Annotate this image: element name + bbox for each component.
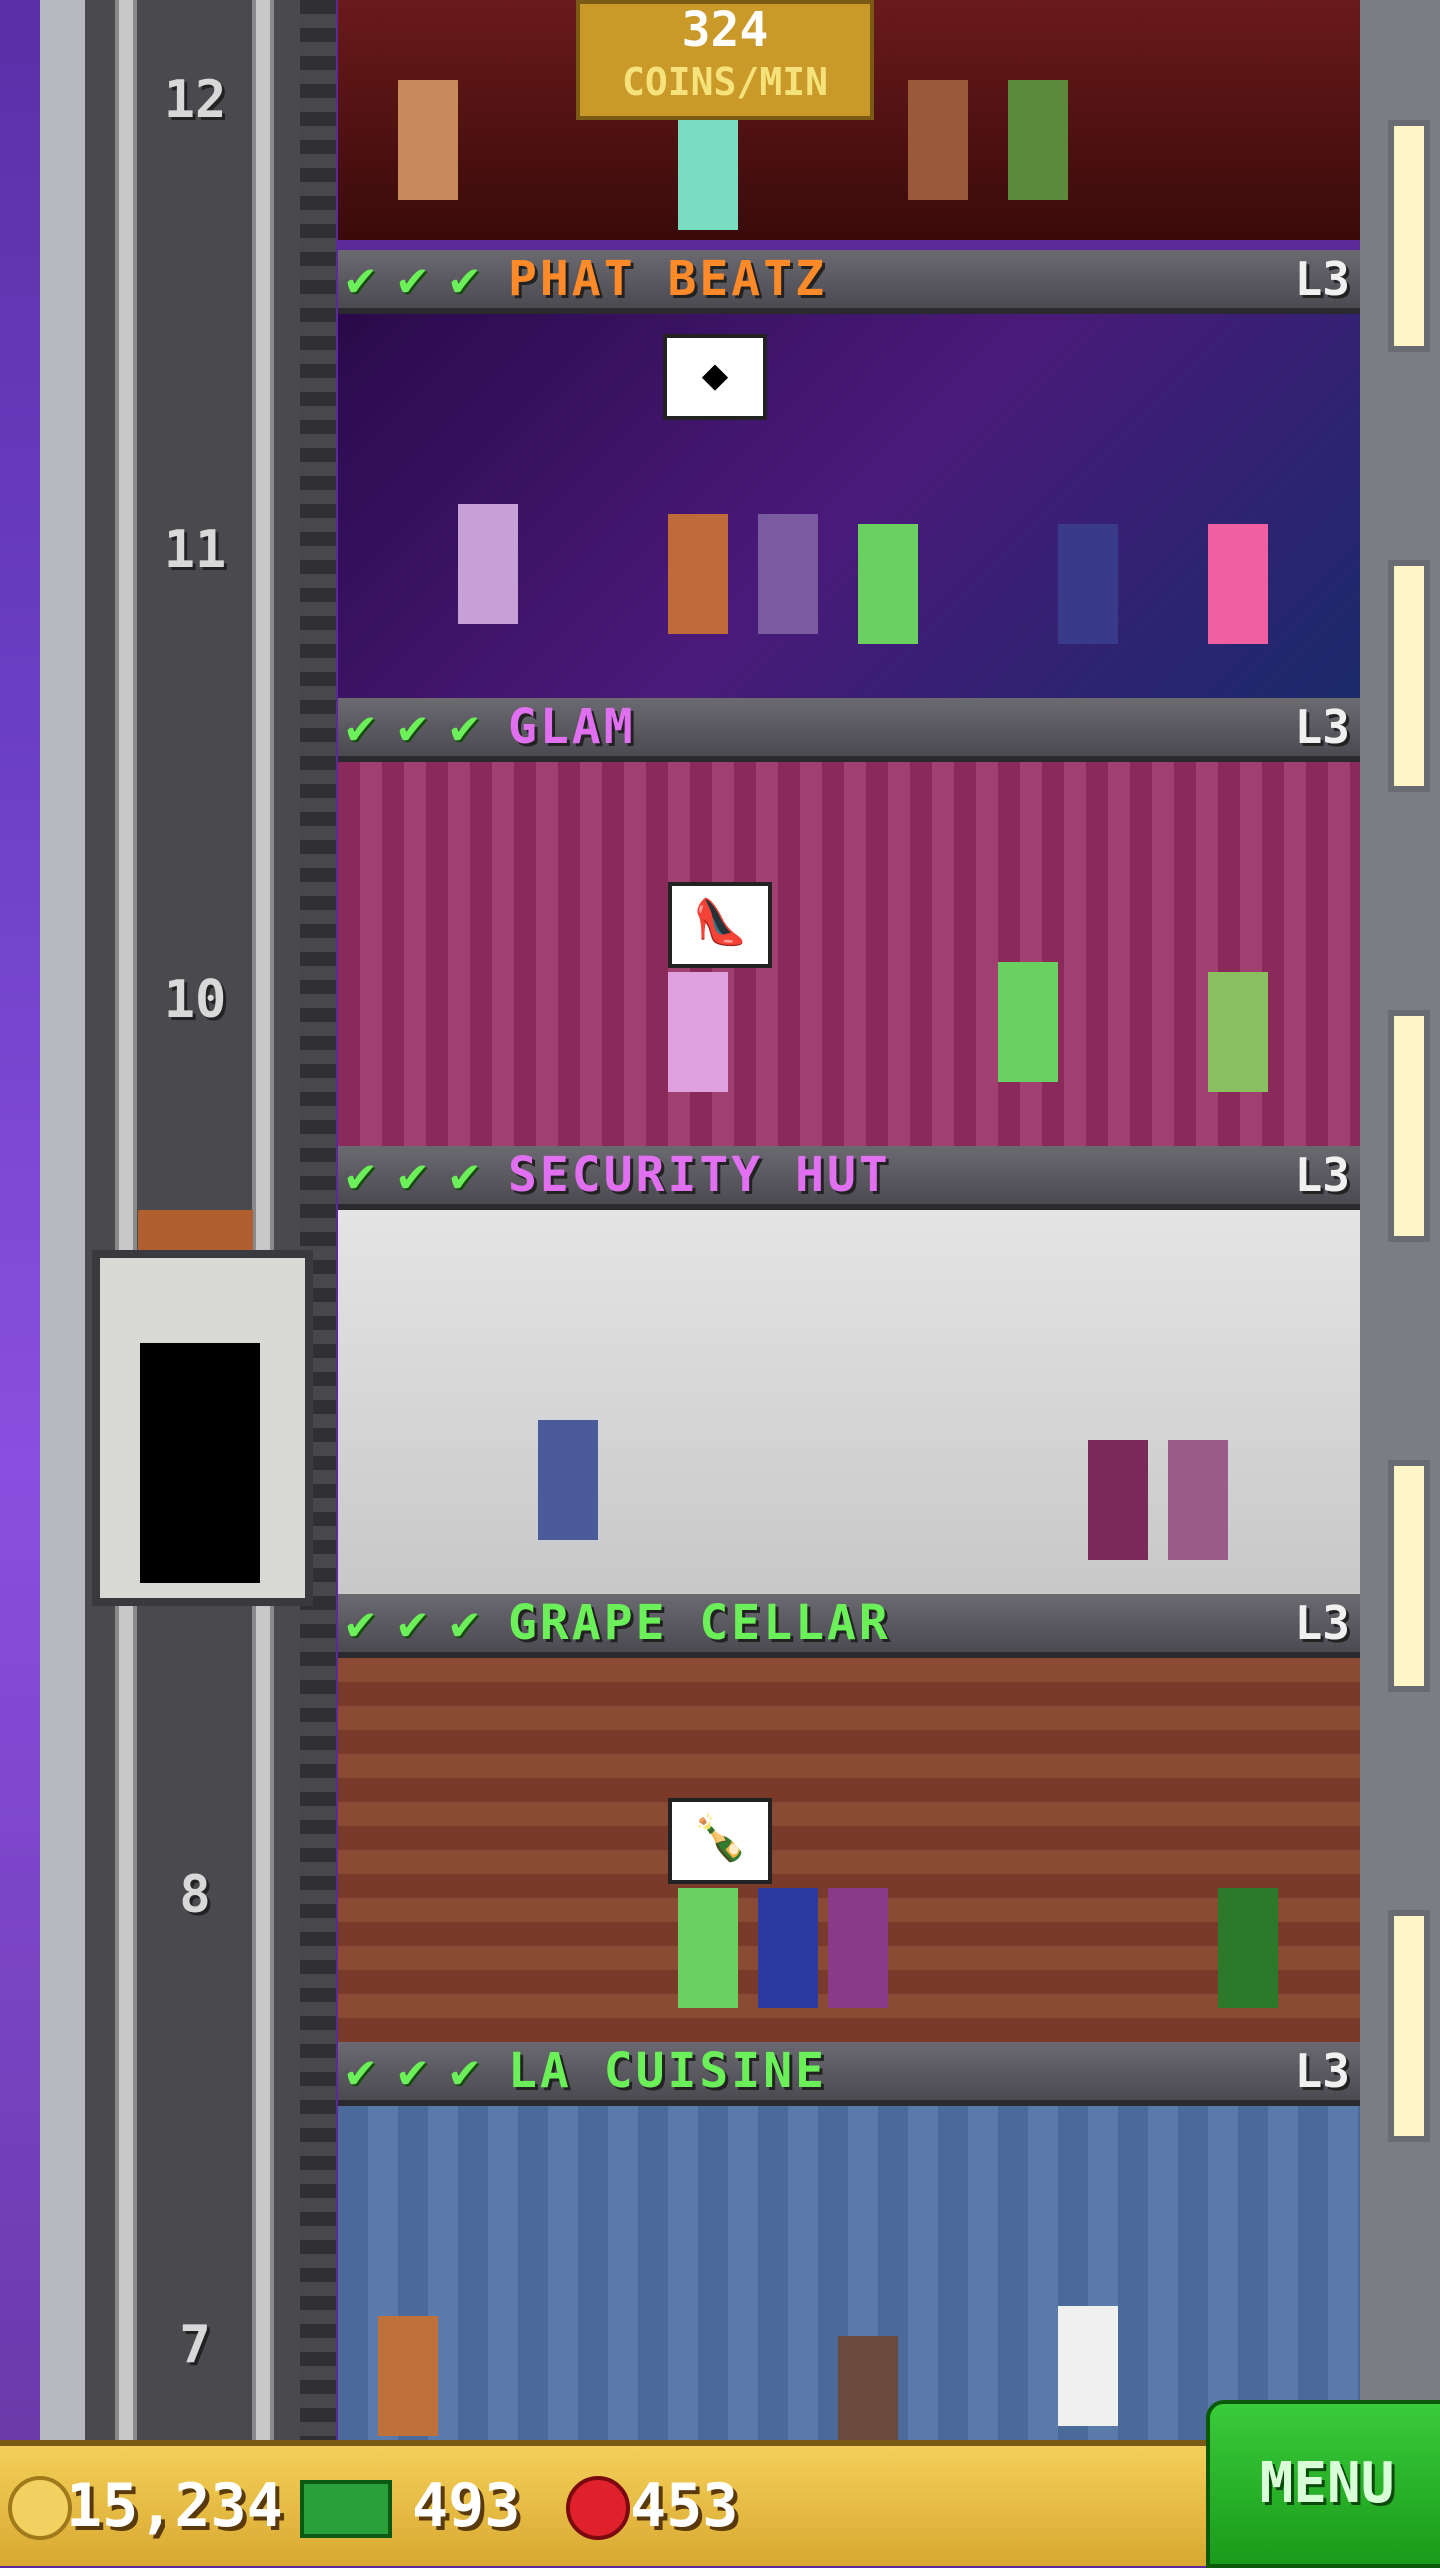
check-icon: ✔ bbox=[450, 1147, 479, 1203]
elevator-car-top bbox=[138, 1210, 253, 1250]
stock-checks: ✔ ✔ ✔ bbox=[346, 251, 496, 307]
floor-room[interactable]: 👠 bbox=[338, 762, 1360, 1146]
points-count[interactable]: 453 bbox=[630, 2446, 738, 2566]
bitizen[interactable] bbox=[668, 972, 728, 1092]
bitizen[interactable] bbox=[678, 110, 738, 230]
bitizen[interactable] bbox=[1168, 1440, 1228, 1560]
floor-name: PHAT BEATZ bbox=[508, 251, 827, 307]
floor-title-bar[interactable]: ✔ ✔ ✔ SECURITY HUT L3 bbox=[338, 1146, 1360, 1210]
floor-title-bar[interactable]: ✔ ✔ ✔ PHAT BEATZ L3 bbox=[338, 250, 1360, 314]
coins-count[interactable]: 15,234 bbox=[66, 2446, 283, 2566]
check-icon: ✔ bbox=[346, 251, 375, 307]
bitizen[interactable] bbox=[1058, 524, 1118, 644]
bitizen[interactable] bbox=[458, 504, 518, 624]
bitizen[interactable] bbox=[1008, 80, 1068, 200]
chef[interactable] bbox=[1058, 2306, 1118, 2426]
floor-title-bar[interactable]: ✔ ✔ ✔ LA CUISINE L3 bbox=[338, 2042, 1360, 2106]
shaft-edge bbox=[300, 0, 336, 2440]
floor-level: L3 bbox=[1294, 252, 1350, 306]
floor-level: L3 bbox=[1294, 1596, 1350, 1650]
check-icon: ✔ bbox=[450, 1595, 479, 1651]
floor-name: GLAM bbox=[508, 699, 636, 755]
bitizen[interactable] bbox=[378, 2316, 438, 2436]
bitizen[interactable] bbox=[1218, 1888, 1278, 2008]
bux-count[interactable]: 493 bbox=[412, 2446, 520, 2566]
elevator-rail-right bbox=[252, 0, 274, 2440]
floor-title-bar[interactable]: ✔ ✔ ✔ GRAPE CELLAR L3 bbox=[338, 1594, 1360, 1658]
stock-checks: ✔ ✔ ✔ bbox=[346, 1595, 496, 1651]
bitizen[interactable] bbox=[828, 1888, 888, 2008]
bitizen[interactable] bbox=[1208, 972, 1268, 1092]
floor-number-10: 10 bbox=[163, 970, 227, 1030]
window bbox=[1388, 560, 1430, 792]
stock-checks: ✔ ✔ ✔ bbox=[346, 2043, 496, 2099]
floor-number-7: 7 bbox=[179, 2315, 211, 2375]
bitizen[interactable] bbox=[908, 80, 968, 200]
bitizen[interactable] bbox=[858, 524, 918, 644]
check-icon: ✔ bbox=[346, 699, 375, 755]
check-icon: ✔ bbox=[398, 699, 427, 755]
bitizen[interactable] bbox=[838, 2336, 898, 2456]
floor-number-11: 11 bbox=[163, 520, 227, 580]
floor-name: GRAPE CELLAR bbox=[508, 1595, 891, 1651]
coins-rate-value: 324 bbox=[681, 2, 769, 58]
floor-grape-cellar[interactable]: ✔ ✔ ✔ GRAPE CELLAR L3 🍾 bbox=[338, 1594, 1360, 2042]
wine-bottle-icon[interactable]: 🍾 bbox=[668, 1798, 772, 1884]
points-icon bbox=[566, 2476, 630, 2540]
bitizen[interactable] bbox=[1208, 524, 1268, 644]
check-icon: ✔ bbox=[450, 699, 479, 755]
bitizen[interactable] bbox=[668, 514, 728, 634]
floor-number-12: 12 bbox=[163, 70, 227, 130]
floor-room[interactable]: ◆ bbox=[338, 314, 1360, 698]
bux-icon bbox=[300, 2480, 392, 2538]
floor-room[interactable] bbox=[338, 1210, 1360, 1594]
floor-la-cuisine[interactable]: ✔ ✔ ✔ LA CUISINE L3 bbox=[338, 2042, 1360, 2456]
check-icon: ✔ bbox=[398, 1147, 427, 1203]
security-guard[interactable] bbox=[538, 1420, 598, 1540]
floor-room[interactable] bbox=[338, 2106, 1360, 2456]
check-icon: ✔ bbox=[346, 1595, 375, 1651]
window bbox=[1388, 1910, 1430, 2142]
floor-number-8: 8 bbox=[179, 1865, 211, 1925]
bitizen[interactable] bbox=[758, 1888, 818, 2008]
floor-level: L3 bbox=[1294, 1148, 1350, 1202]
floor-name: LA CUISINE bbox=[508, 2043, 827, 2099]
floor-12[interactable]: 324 COINS/MIN bbox=[338, 0, 1360, 250]
check-icon: ✔ bbox=[398, 1595, 427, 1651]
stock-checks: ✔ ✔ ✔ bbox=[346, 1147, 496, 1203]
coins-rate-unit: COINS/MIN bbox=[622, 60, 828, 104]
coins-per-minute-badge[interactable]: 324 COINS/MIN bbox=[576, 0, 874, 120]
stock-checks: ✔ ✔ ✔ bbox=[346, 699, 496, 755]
floor-security-hut[interactable]: ✔ ✔ ✔ SECURITY HUT L3 bbox=[338, 1146, 1360, 1594]
shoe-icon[interactable]: 👠 bbox=[668, 882, 772, 968]
check-icon: ✔ bbox=[398, 2043, 427, 2099]
menu-button[interactable]: MENU bbox=[1206, 2400, 1440, 2568]
floor-title-bar[interactable]: ✔ ✔ ✔ GLAM L3 bbox=[338, 698, 1360, 762]
shaft-outer-wall bbox=[40, 0, 91, 2440]
floor-room[interactable]: 🍾 bbox=[338, 1658, 1360, 2042]
record-icon[interactable]: ◆ bbox=[663, 334, 767, 420]
bitizen[interactable] bbox=[998, 962, 1058, 1082]
window bbox=[1388, 120, 1430, 352]
floor-name: SECURITY HUT bbox=[508, 1147, 891, 1203]
check-icon: ✔ bbox=[450, 2043, 479, 2099]
check-icon: ✔ bbox=[398, 251, 427, 307]
bitizen[interactable] bbox=[758, 514, 818, 634]
floor-glam[interactable]: ✔ ✔ ✔ GLAM L3 👠 bbox=[338, 698, 1360, 1146]
floor-level: L3 bbox=[1294, 700, 1350, 754]
check-icon: ✔ bbox=[450, 251, 479, 307]
window bbox=[1388, 1460, 1430, 1692]
elevator-car[interactable] bbox=[92, 1250, 313, 1606]
floor-level: L3 bbox=[1294, 2044, 1350, 2098]
bitizen[interactable] bbox=[678, 1888, 738, 2008]
check-icon: ✔ bbox=[346, 2043, 375, 2099]
floor-phat-beatz[interactable]: ✔ ✔ ✔ PHAT BEATZ L3 ◆ bbox=[338, 250, 1360, 698]
check-icon: ✔ bbox=[346, 1147, 375, 1203]
window bbox=[1388, 1010, 1430, 1242]
bitizen[interactable] bbox=[1088, 1440, 1148, 1560]
elevator-rail-left bbox=[115, 0, 137, 2440]
elevator-door bbox=[140, 1343, 260, 1583]
bitizen[interactable] bbox=[398, 80, 458, 200]
coin-icon bbox=[8, 2476, 72, 2540]
